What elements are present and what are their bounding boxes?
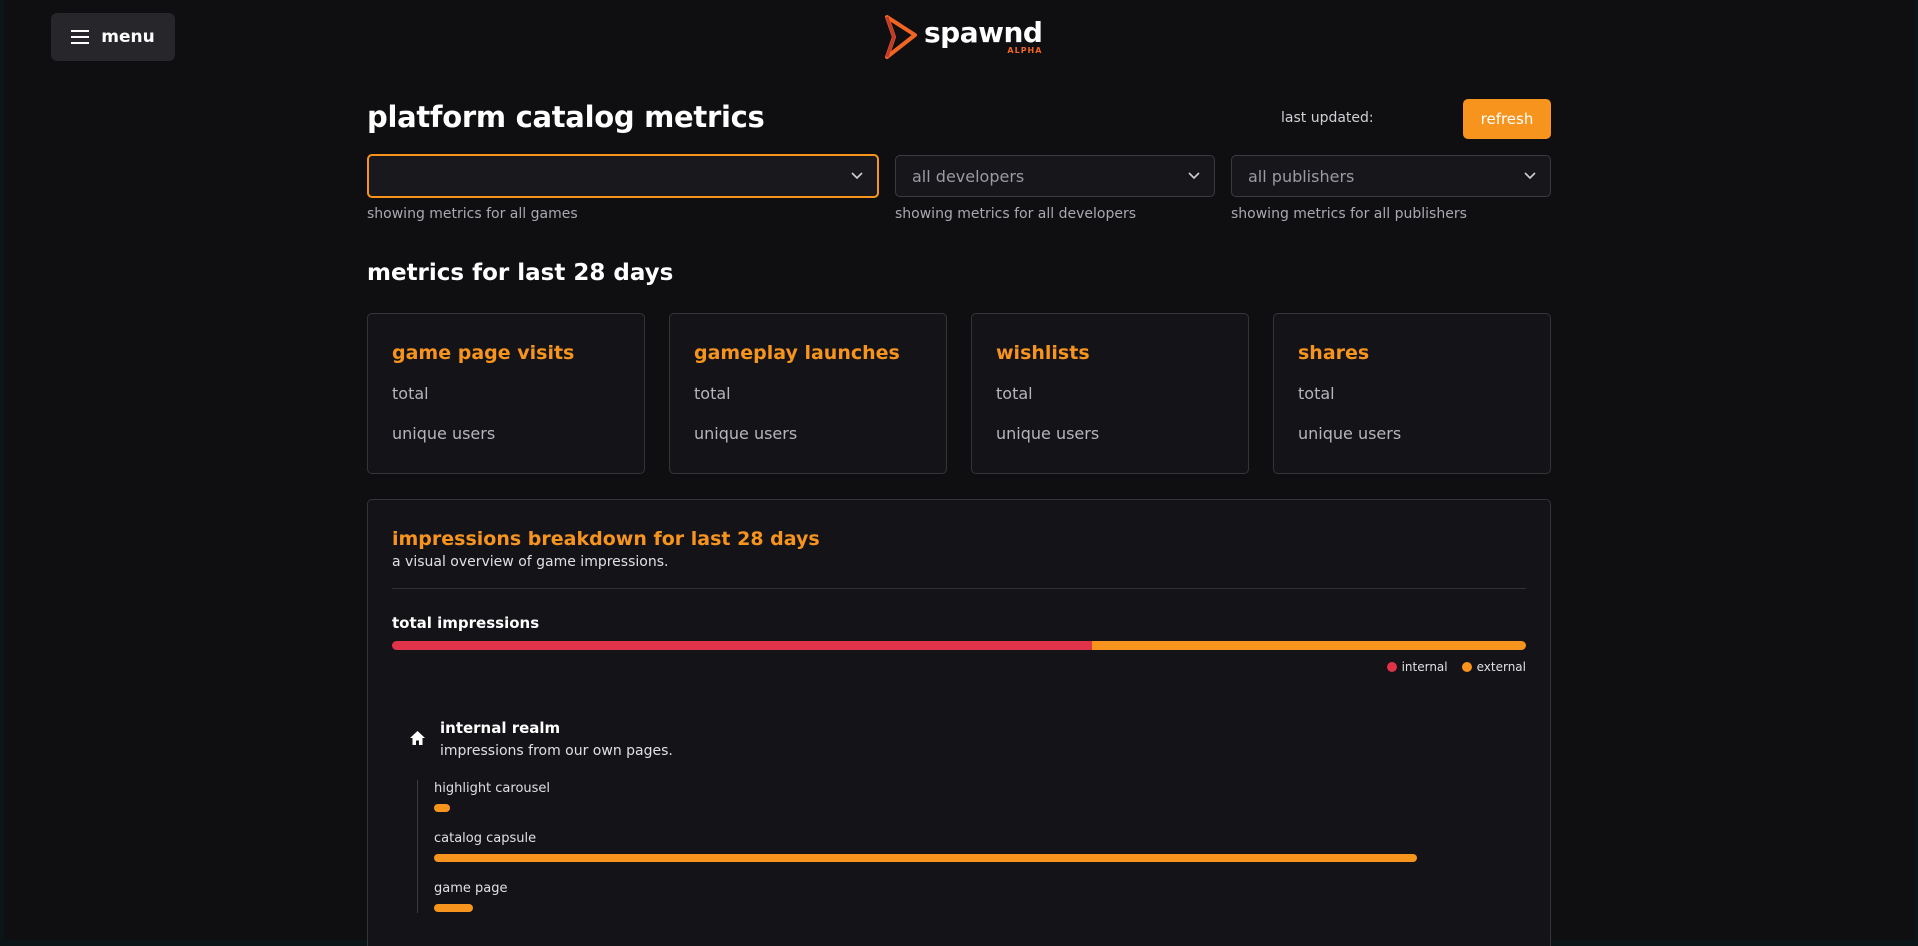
spawnd-logo-icon bbox=[885, 15, 917, 59]
metric-card-total-label: total bbox=[392, 384, 429, 403]
publishers-select-value: all publishers bbox=[1248, 166, 1355, 186]
menu-label: menu bbox=[101, 27, 155, 47]
metrics-section-title: metrics for last 28 days bbox=[367, 260, 674, 286]
legend-item-external: external bbox=[1461, 660, 1526, 674]
chevron-down-icon bbox=[1188, 172, 1200, 180]
metric-card-unique-label: unique users bbox=[392, 424, 496, 443]
logo[interactable]: spawnd ALPHA bbox=[884, 14, 1043, 60]
divider bbox=[392, 588, 1526, 589]
metric-card-title: shares bbox=[1298, 342, 1370, 364]
external-dot-icon bbox=[1461, 662, 1472, 672]
metric-card-unique-label: unique users bbox=[694, 424, 798, 443]
source-bar-highlight-carousel bbox=[434, 804, 450, 812]
source-label-catalog-capsule: catalog capsule bbox=[434, 831, 537, 846]
metric-card-total-label: total bbox=[1298, 384, 1335, 403]
hamburger-icon bbox=[71, 30, 90, 44]
internal-realm-title: internal realm bbox=[440, 719, 561, 737]
chevron-down-icon bbox=[851, 172, 863, 180]
source-label-highlight-carousel: highlight carousel bbox=[434, 781, 551, 796]
internal-segment bbox=[392, 641, 1092, 650]
metric-card-total-label: total bbox=[694, 384, 731, 403]
legend-external-label: external bbox=[1476, 660, 1526, 674]
last-updated-label: last updated: bbox=[1281, 110, 1374, 126]
realm-divider bbox=[417, 780, 418, 913]
legend-internal-label: internal bbox=[1401, 660, 1448, 674]
menu-button[interactable]: menu bbox=[51, 13, 175, 61]
logo-text: spawnd bbox=[924, 16, 1043, 49]
internal-dot-icon bbox=[1386, 662, 1397, 672]
games-select[interactable] bbox=[367, 154, 879, 198]
refresh-button[interactable]: refresh bbox=[1463, 99, 1551, 139]
page-title: platform catalog metrics bbox=[367, 100, 765, 134]
metric-card-unique-label: unique users bbox=[1298, 424, 1402, 443]
developers-select[interactable]: all developers bbox=[895, 155, 1215, 197]
impressions-legend: internal external bbox=[1386, 660, 1526, 674]
legend-item-internal: internal bbox=[1386, 660, 1448, 674]
chevron-down-icon bbox=[1524, 172, 1536, 180]
metric-card-unique-label: unique users bbox=[996, 424, 1100, 443]
impressions-title: impressions breakdown for last 28 days bbox=[392, 528, 820, 550]
publishers-hint: showing metrics for all publishers bbox=[1231, 206, 1467, 222]
source-bar-game-page bbox=[434, 904, 473, 912]
source-label-game-page: game page bbox=[434, 881, 508, 896]
metric-card-wishlists: wishlists total unique users bbox=[971, 313, 1249, 474]
total-impressions-bar bbox=[392, 641, 1526, 650]
home-icon bbox=[410, 731, 425, 745]
developers-select-value: all developers bbox=[912, 166, 1025, 186]
developers-hint: showing metrics for all developers bbox=[895, 206, 1137, 222]
app-root: menu spawnd ALPHA platform catalog metri… bbox=[0, 0, 1918, 946]
metric-card-title: game page visits bbox=[392, 342, 575, 364]
metric-card-shares: shares total unique users bbox=[1273, 313, 1551, 474]
impressions-panel: impressions breakdown for last 28 days a… bbox=[367, 499, 1551, 946]
source-bar-catalog-capsule bbox=[434, 854, 1417, 862]
impressions-subtitle: a visual overview of game impressions. bbox=[392, 554, 669, 570]
metric-card-title: wishlists bbox=[996, 342, 1090, 364]
metric-card-title: gameplay launches bbox=[694, 342, 900, 364]
external-segment bbox=[1091, 641, 1526, 650]
window-edge-left bbox=[0, 0, 4, 946]
logo-badge: ALPHA bbox=[1007, 46, 1043, 55]
publishers-select[interactable]: all publishers bbox=[1231, 155, 1551, 197]
internal-realm-subtitle: impressions from our own pages. bbox=[440, 743, 673, 759]
metric-card-total-label: total bbox=[996, 384, 1033, 403]
total-impressions-label: total impressions bbox=[392, 614, 540, 632]
metric-card-page-visits: game page visits total unique users bbox=[367, 313, 645, 474]
metric-card-gameplay-launches: gameplay launches total unique users bbox=[669, 313, 947, 474]
games-hint: showing metrics for all games bbox=[367, 206, 578, 222]
